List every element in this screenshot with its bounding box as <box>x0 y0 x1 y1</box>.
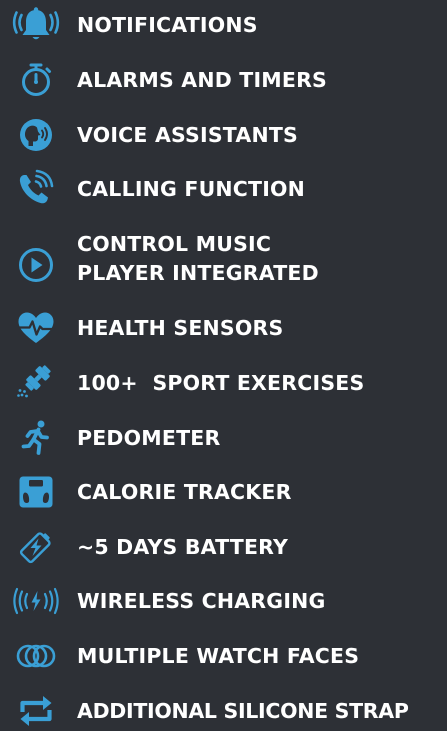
feature-label-wireless-charging: WIRELESS CHARGING <box>77 589 326 613</box>
feature-wireless-charging: WIRELESS CHARGING <box>0 581 447 621</box>
feature-label-health-sensors: HEALTH SENSORS <box>77 316 284 340</box>
stopwatch-icon <box>14 61 58 99</box>
dumbbell-icon <box>14 364 58 402</box>
feature-label-alarms-timers: ALARMS AND TIMERS <box>77 68 328 92</box>
feature-label-battery: ~5 DAYS BATTERY <box>77 535 289 559</box>
heart-pulse-icon <box>14 309 58 347</box>
runner-icon <box>14 419 58 457</box>
feature-label-watch-faces: MULTIPLE WATCH FACES <box>77 644 360 668</box>
bell-icon <box>12 6 60 44</box>
battery-icon <box>14 528 58 566</box>
feature-calorie-tracker: CALORIE TRACKER <box>0 472 447 512</box>
feature-battery: ~5 DAYS BATTERY <box>0 527 447 567</box>
feature-label-voice-assistants: VOICE ASSISTANTS <box>77 123 298 147</box>
feature-silicone-strap: ADDITIONAL SILICONE STRAP <box>0 691 447 731</box>
feature-label-sport-exercises: 100+ SPORT EXERCISES <box>77 371 365 395</box>
voice-assistant-icon <box>14 116 58 154</box>
watch-faces-icon <box>14 637 58 675</box>
wireless-charging-icon <box>13 582 59 620</box>
feature-voice-assistants: VOICE ASSISTANTS <box>0 115 447 155</box>
feature-list: NOTIFICATIONS ALARMS AND TIMERS VOICE AS… <box>0 0 447 726</box>
feature-calling-function: CALLING FUNCTION <box>0 169 447 209</box>
feature-watch-faces: MULTIPLE WATCH FACES <box>0 636 447 676</box>
feature-alarms-timers: ALARMS AND TIMERS <box>0 60 447 100</box>
scale-icon <box>14 473 58 511</box>
feature-sport-exercises: 100+ SPORT EXERCISES <box>0 363 447 403</box>
feature-label-control-music-line2: PLAYER INTEGRATED <box>77 261 319 285</box>
feature-label-pedometer: PEDOMETER <box>77 426 221 450</box>
feature-control-music: CONTROL MUSIC PLAYER INTEGRATED <box>0 224 447 294</box>
feature-label-calorie-tracker: CALORIE TRACKER <box>77 480 292 504</box>
feature-label-notifications: NOTIFICATIONS <box>77 13 258 37</box>
feature-label-control-music: CONTROL MUSIC PLAYER INTEGRATED <box>77 230 319 288</box>
phone-call-icon <box>14 169 58 208</box>
feature-notifications: NOTIFICATIONS <box>0 5 447 45</box>
feature-label-calling-function: CALLING FUNCTION <box>77 177 306 201</box>
play-icon <box>14 246 58 284</box>
feature-label-silicone-strap: ADDITIONAL SILICONE STRAP <box>77 699 409 723</box>
feature-pedometer: PEDOMETER <box>0 418 447 458</box>
feature-label-control-music-line1: CONTROL MUSIC <box>77 232 272 256</box>
strap-swap-icon <box>14 692 58 730</box>
feature-health-sensors: HEALTH SENSORS <box>0 308 447 348</box>
